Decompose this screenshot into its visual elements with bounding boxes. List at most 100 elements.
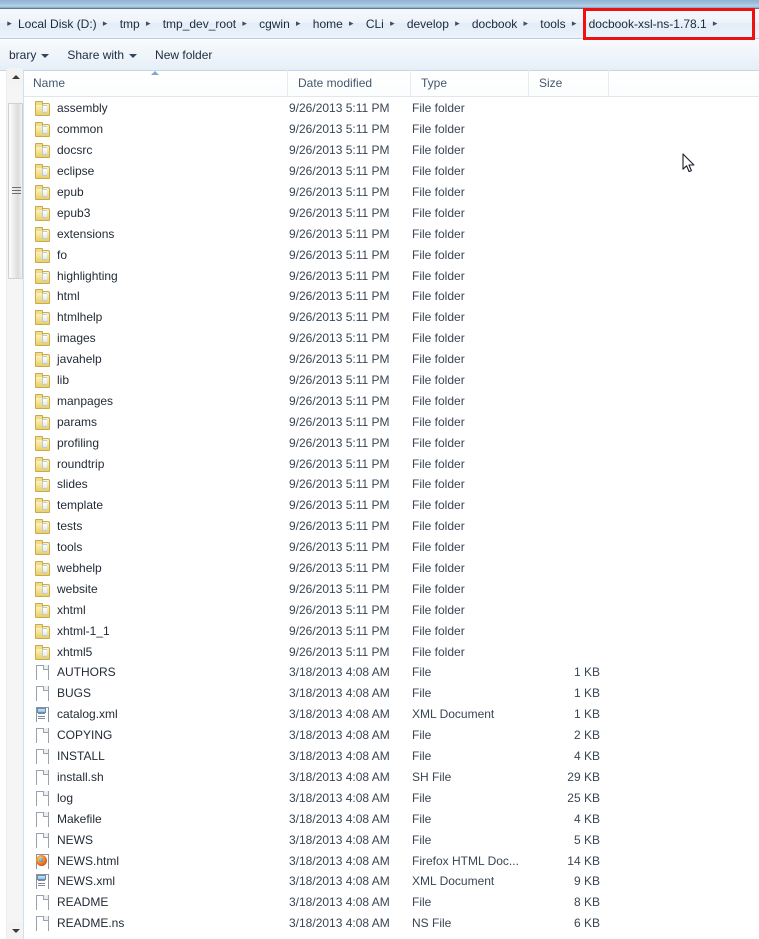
file-list-row[interactable]: eclipse 9/26/2013 5:11 PM File folder xyxy=(24,161,759,182)
file-list-row[interactable]: common 9/26/2013 5:11 PM File folder xyxy=(24,119,759,140)
file-name-label: README.ns xyxy=(57,916,125,931)
file-list-row[interactable]: html 9/26/2013 5:11 PM File folder xyxy=(24,286,759,307)
chevron-right-icon[interactable]: ▸ xyxy=(387,19,398,28)
file-size-cell: 4 KB xyxy=(573,749,600,764)
breadcrumb-item-tmp-dev-root[interactable]: tmp_dev_root ▸ xyxy=(157,13,253,35)
column-header-type[interactable]: Type xyxy=(411,70,529,96)
file-list-row[interactable]: docsrc 9/26/2013 5:11 PM File folder xyxy=(24,140,759,161)
file-name-cell: eclipse xyxy=(34,163,289,180)
file-list-row[interactable]: extensions 9/26/2013 5:11 PM File folder xyxy=(24,223,759,244)
file-size-cell: 9 KB xyxy=(573,874,600,889)
file-list-row[interactable]: fo 9/26/2013 5:11 PM File folder xyxy=(24,244,759,265)
chevron-right-icon[interactable]: ▸ xyxy=(239,19,250,28)
new-folder-button[interactable]: New folder xyxy=(146,43,221,67)
chevron-right-icon[interactable]: ▸ xyxy=(710,19,721,28)
file-list-row[interactable]: NEWS.xml 3/18/2013 4:08 AM XML Document 9 K… xyxy=(24,871,759,892)
share-with-button[interactable]: Share with xyxy=(58,43,146,67)
breadcrumb-item-docbook-xsl-ns-1-78-1[interactable]: docbook-xsl-ns-1.78.1 ▸ xyxy=(583,13,724,35)
breadcrumb-item-cgwin[interactable]: cgwin ▸ xyxy=(253,13,307,35)
breadcrumb-item-home[interactable]: home ▸ xyxy=(307,13,360,35)
file-list-row[interactable]: assembly 9/26/2013 5:11 PM File folder xyxy=(24,98,759,119)
file-list-row[interactable]: slides 9/26/2013 5:11 PM File folder xyxy=(24,474,759,495)
file-list-row[interactable]: xhtml5 9/26/2013 5:11 PM File folder xyxy=(24,641,759,662)
breadcrumb-item-develop[interactable]: develop ▸ xyxy=(401,13,466,35)
file-list-row[interactable]: COPYING 3/18/2013 4:08 AM File 2 KB xyxy=(24,725,759,746)
breadcrumb-item-tools[interactable]: tools ▸ xyxy=(534,13,582,35)
file-list-row[interactable]: javahelp 9/26/2013 5:11 PM File folder xyxy=(24,349,759,370)
navigation-pane-scrollbar[interactable] xyxy=(6,68,24,939)
file-name-label: Makefile xyxy=(57,811,102,826)
folder-icon xyxy=(34,393,50,409)
file-list-row[interactable]: BUGS 3/18/2013 4:08 AM File 1 KB xyxy=(24,683,759,704)
breadcrumb-item-local-disk-d[interactable]: ▸ Local Disk (D:) ▸ xyxy=(2,13,114,35)
chevron-right-icon[interactable]: ▸ xyxy=(569,19,580,28)
file-name-cell: README xyxy=(34,894,289,911)
file-list-row[interactable]: params 9/26/2013 5:11 PM File folder xyxy=(24,411,759,432)
file-type-cell: File folder xyxy=(412,164,465,179)
breadcrumb-item-cli[interactable]: CLi ▸ xyxy=(360,13,401,35)
file-list[interactable]: assembly 9/26/2013 5:11 PM File folder comm… xyxy=(24,98,759,939)
chevron-right-icon[interactable]: ▸ xyxy=(346,19,357,28)
file-list-row[interactable]: tests 9/26/2013 5:11 PM File folder xyxy=(24,516,759,537)
file-name-label: lib xyxy=(57,373,70,388)
breadcrumb-item-docbook[interactable]: docbook ▸ xyxy=(466,13,534,35)
file-type-cell: File folder xyxy=(412,101,465,116)
chevron-right-icon[interactable]: ▸ xyxy=(293,19,304,28)
file-list-row[interactable]: catalog.xml 3/18/2013 4:08 AM XML Document… xyxy=(24,704,759,725)
folder-icon xyxy=(34,560,50,577)
file-list-row[interactable]: htmlhelp 9/26/2013 5:11 PM File folder xyxy=(24,307,759,328)
chevron-right-icon[interactable]: ▸ xyxy=(520,19,531,28)
file-list-row[interactable]: profiling 9/26/2013 5:11 PM File folder xyxy=(24,432,759,453)
file-size-cell: 1 KB xyxy=(573,707,600,722)
chevron-right-icon[interactable]: ▸ xyxy=(143,19,154,28)
file-list-row[interactable]: highlighting 9/26/2013 5:11 PM File folder xyxy=(24,265,759,286)
file-list-row[interactable]: roundtrip 9/26/2013 5:11 PM File folder xyxy=(24,453,759,474)
file-list-row[interactable]: Makefile 3/18/2013 4:08 AM File 4 KB xyxy=(24,808,759,829)
file-date-cell: 9/26/2013 5:11 PM xyxy=(289,435,390,450)
file-name-label: NEWS xyxy=(57,832,93,847)
file-list-row[interactable]: template 9/26/2013 5:11 PM File folder xyxy=(24,495,759,516)
file-list-row[interactable]: NEWS.html 3/18/2013 4:08 AM Firefox HTML D… xyxy=(24,850,759,871)
file-list-row[interactable]: README.ns 3/18/2013 4:08 AM NS File 6 KB xyxy=(24,913,759,934)
file-list-row[interactable]: epub3 9/26/2013 5:11 PM File folder xyxy=(24,202,759,223)
file-date-cell: 3/18/2013 4:08 AM xyxy=(289,686,390,701)
file-list-row[interactable]: log 3/18/2013 4:08 AM File 25 KB xyxy=(24,787,759,808)
scroll-up-button[interactable] xyxy=(7,68,24,85)
file-list-row[interactable]: xhtml-1_1 9/26/2013 5:11 PM File folder xyxy=(24,620,759,641)
folder-icon xyxy=(34,435,50,451)
file-list-row[interactable]: README 3/18/2013 4:08 AM File 8 KB xyxy=(24,892,759,913)
file-list-row[interactable]: NEWS 3/18/2013 4:08 AM File 5 KB xyxy=(24,829,759,850)
column-header-name[interactable]: Name xyxy=(23,70,288,96)
file-type-cell: File folder xyxy=(412,414,465,429)
file-type-cell: File folder xyxy=(412,289,465,304)
file-list-row[interactable]: webhelp 9/26/2013 5:11 PM File folder xyxy=(24,558,759,579)
chevron-down-icon[interactable] xyxy=(41,54,50,58)
file-list-row[interactable]: xhtml 9/26/2013 5:11 PM File folder xyxy=(24,599,759,620)
file-list-row[interactable]: INSTALL 3/18/2013 4:08 AM File 4 KB xyxy=(24,746,759,767)
file-name-cell: htmlhelp xyxy=(34,309,289,326)
file-list-row[interactable]: tools 9/26/2013 5:11 PM File folder xyxy=(24,537,759,558)
file-list-row[interactable]: AUTHORS 3/18/2013 4:08 AM File 1 KB xyxy=(24,662,759,683)
column-header-date-modified[interactable]: Date modified xyxy=(288,70,411,96)
file-name-label: slides xyxy=(57,477,88,492)
address-bar[interactable]: ▸ Local Disk (D:) ▸ tmp ▸ tmp_dev_root ▸ cgwin ▸… xyxy=(0,9,759,39)
chevron-down-icon[interactable] xyxy=(129,54,138,58)
scroll-down-button[interactable] xyxy=(7,922,24,939)
breadcrumb-item-tmp[interactable]: tmp ▸ xyxy=(114,13,157,35)
file-type-cell: NS File xyxy=(412,916,452,931)
file-list-row[interactable]: images 9/26/2013 5:11 PM File folder xyxy=(24,328,759,349)
sort-ascending-icon xyxy=(151,71,159,75)
include-in-library-button[interactable]: brary xyxy=(0,43,58,67)
scrollbar-track[interactable] xyxy=(7,85,24,922)
column-header-size[interactable]: Size xyxy=(529,70,609,96)
file-name-label: tests xyxy=(57,519,83,534)
chevron-right-icon[interactable]: ▸ xyxy=(100,19,111,28)
chevron-right-icon[interactable]: ▸ xyxy=(452,19,463,28)
file-name-cell: Makefile xyxy=(34,811,289,827)
scrollbar-thumb[interactable] xyxy=(8,103,23,279)
file-list-row[interactable]: install.sh 3/18/2013 4:08 AM SH File 29 KB xyxy=(24,767,759,788)
file-list-row[interactable]: lib 9/26/2013 5:11 PM File folder xyxy=(24,370,759,391)
file-list-row[interactable]: website 9/26/2013 5:11 PM File folder xyxy=(24,578,759,599)
file-list-row[interactable]: manpages 9/26/2013 5:11 PM File folder xyxy=(24,390,759,411)
file-list-row[interactable]: epub 9/26/2013 5:11 PM File folder xyxy=(24,182,759,203)
